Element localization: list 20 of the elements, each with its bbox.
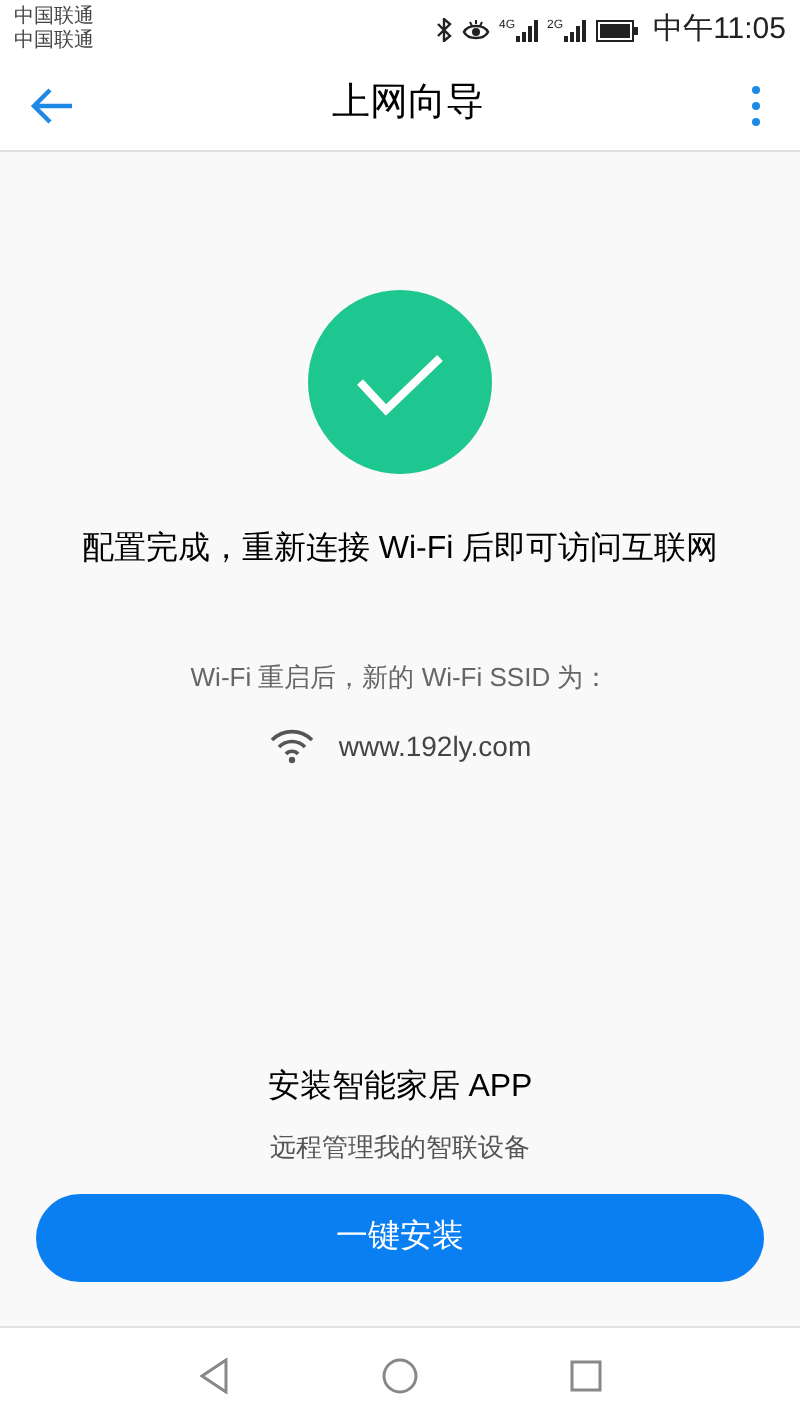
signal-bars-icon	[515, 19, 538, 41]
install-button[interactable]: 一键安装	[36, 1194, 764, 1282]
carrier-name: 中国联通	[14, 30, 94, 54]
wifi-icon	[268, 728, 317, 764]
success-message: 配置完成，重新连接 Wi-Fi 后即可访问互联网	[81, 529, 719, 570]
page-title: 上网向导	[332, 80, 484, 129]
ssid-name: www.192ly.com	[338, 727, 532, 766]
signal-bars-icon	[563, 19, 586, 41]
bluetooth-icon	[435, 18, 452, 42]
app-promo-title: 安装智能家居 APP	[267, 1067, 533, 1107]
back-nav-icon[interactable]	[198, 1357, 230, 1393]
clock-time: 中午11:05	[653, 9, 786, 50]
battery-icon	[595, 19, 640, 41]
carrier-name: 中国联通	[14, 6, 94, 29]
recents-nav-icon[interactable]	[570, 1359, 602, 1391]
eye-icon	[461, 19, 490, 41]
app-promo-subtitle: 远程管理我的智联设备	[270, 1129, 530, 1165]
success-check-icon	[308, 290, 492, 474]
ssid-label: Wi-Fi 重启后，新的 Wi-Fi SSID 为：	[190, 660, 610, 696]
home-nav-icon[interactable]	[382, 1357, 418, 1393]
